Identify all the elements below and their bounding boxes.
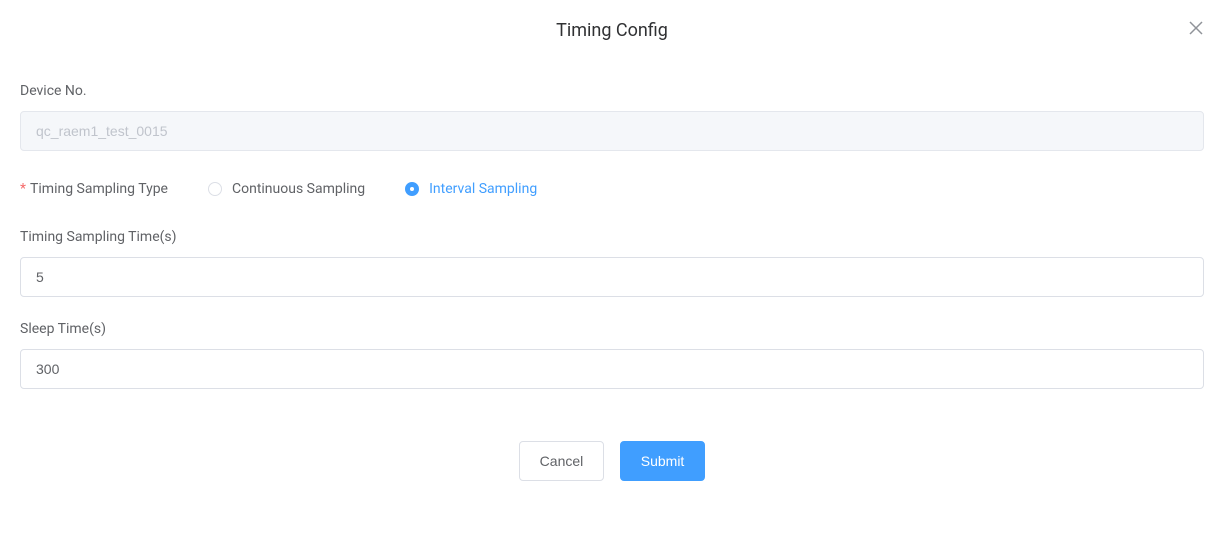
cancel-button[interactable]: Cancel <box>519 441 605 481</box>
device-no-field: Device No. <box>20 81 1204 151</box>
radio-circle-icon <box>405 182 419 196</box>
sampling-time-field: Timing Sampling Time(s) <box>20 227 1204 297</box>
close-button[interactable] <box>1188 20 1204 40</box>
device-no-input <box>20 111 1204 151</box>
sampling-type-label-text: Timing Sampling Type <box>30 181 168 197</box>
device-no-label: Device No. <box>20 81 1204 101</box>
radio-continuous-sampling[interactable]: Continuous Sampling <box>208 181 365 197</box>
dialog-header: Timing Config <box>0 0 1224 51</box>
dialog-footer: Cancel Submit <box>0 421 1224 501</box>
close-icon <box>1188 20 1204 36</box>
radio-continuous-label: Continuous Sampling <box>232 181 365 197</box>
required-star: * <box>20 181 26 197</box>
radio-interval-label: Interval Sampling <box>429 181 537 197</box>
sleep-time-input[interactable] <box>20 349 1204 389</box>
submit-button[interactable]: Submit <box>620 441 706 481</box>
radio-circle-icon <box>208 182 222 196</box>
sampling-time-label: Timing Sampling Time(s) <box>20 227 1204 247</box>
radio-interval-sampling[interactable]: Interval Sampling <box>405 181 537 197</box>
sampling-time-input[interactable] <box>20 257 1204 297</box>
dialog-title: Timing Config <box>556 20 668 41</box>
dialog-body: Device No. *Timing Sampling Type Continu… <box>0 51 1224 421</box>
sleep-time-label: Sleep Time(s) <box>20 319 1204 339</box>
sleep-time-field: Sleep Time(s) <box>20 319 1204 389</box>
sampling-type-row: *Timing Sampling Type Continuous Samplin… <box>20 181 1204 197</box>
sampling-type-label: *Timing Sampling Type <box>20 181 168 197</box>
